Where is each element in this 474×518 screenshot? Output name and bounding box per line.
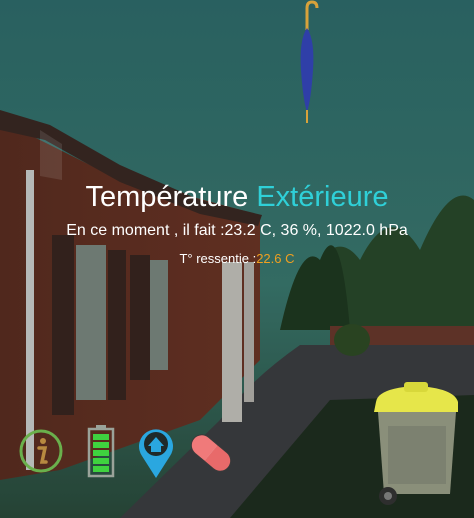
current-conditions: En ce moment , il fait :23.2 C, 36 %, 10…: [0, 222, 474, 240]
title-prefix: Température: [85, 181, 249, 213]
page-title: Température Extérieure: [0, 181, 474, 214]
umbrella-icon[interactable]: [290, 0, 324, 125]
battery-icon[interactable]: [86, 424, 116, 478]
title-accent: Extérieure: [256, 181, 389, 213]
trash-bin-icon[interactable]: [368, 382, 464, 508]
pill-icon[interactable]: [184, 428, 238, 478]
feels-label: T° ressentie :: [179, 251, 257, 266]
feels-value: 22.6 C: [256, 251, 295, 266]
current-label: En ce moment , il fait :: [66, 222, 225, 239]
home-location-icon[interactable]: [136, 424, 176, 480]
feels-like: T° ressentie :22.6 C: [0, 251, 474, 266]
info-icon[interactable]: [18, 428, 64, 474]
current-values: 23.2 C, 36 %, 1022.0 hPa: [224, 222, 408, 239]
